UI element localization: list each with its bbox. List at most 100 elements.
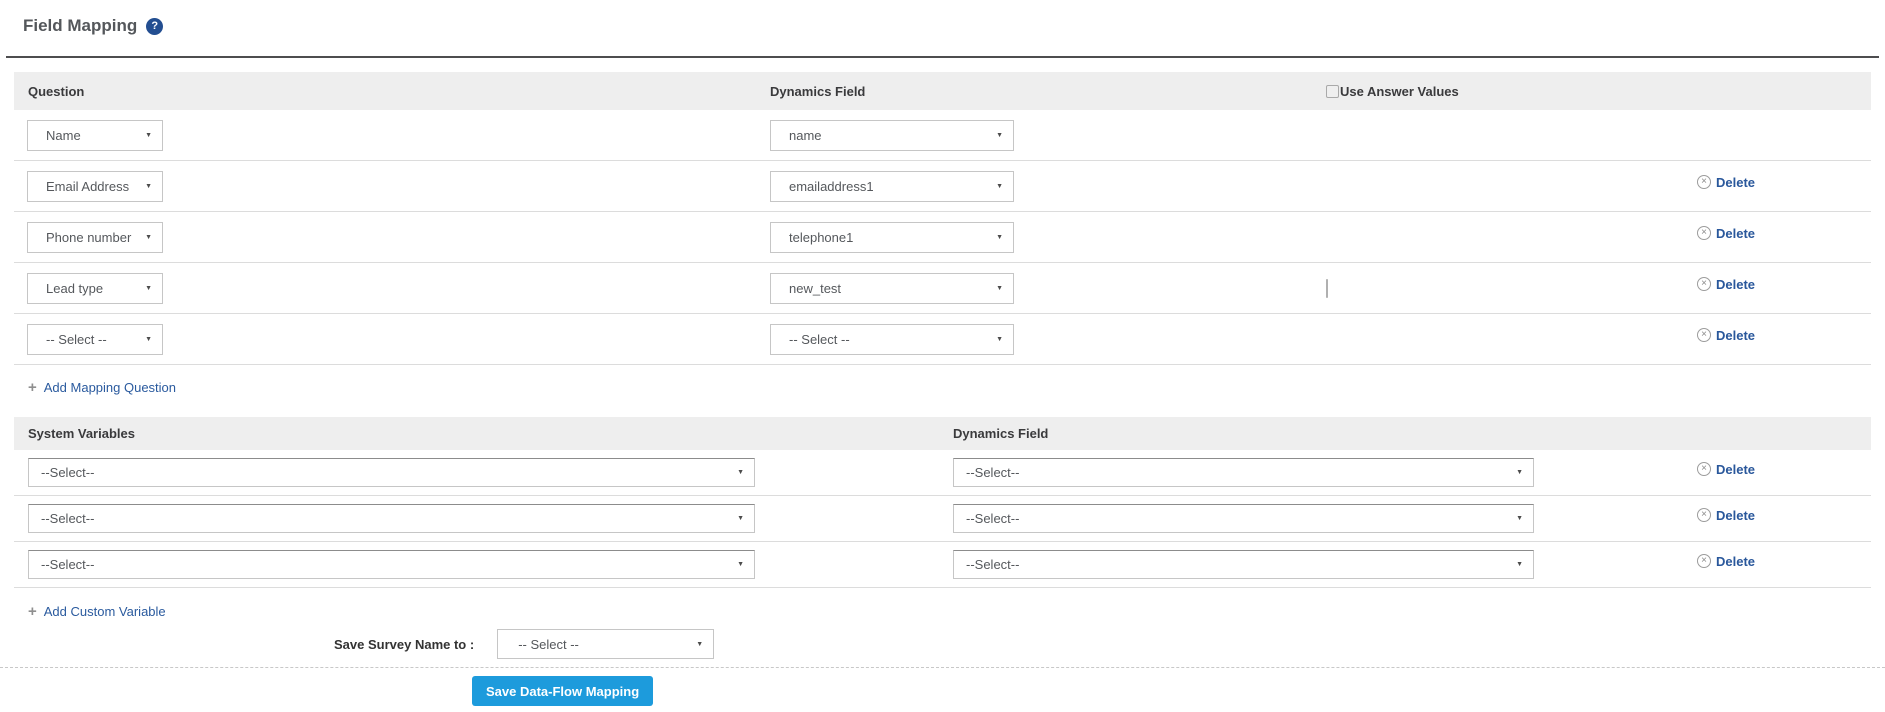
dynamics-field-select[interactable]: -- Select -- ▼ — [770, 324, 1014, 355]
chevron-down-icon: ▼ — [996, 285, 1013, 292]
dynamics-field-select[interactable]: emailaddress1 ▼ — [770, 171, 1014, 202]
question-cell: Phone number ▼ — [14, 222, 770, 253]
dynamics-field-cell: name ▼ — [770, 120, 1326, 151]
question-select[interactable]: -- Select -- ▼ — [27, 324, 163, 355]
title-bar: Field Mapping ? — [0, 0, 1885, 38]
page-title: Field Mapping — [23, 16, 137, 36]
field-mapping-page: Field Mapping ? Question Dynamics Field … — [0, 0, 1885, 712]
actions-cell: × Delete — [1666, 171, 1871, 190]
system-variable-select-value: --Select-- — [29, 511, 94, 526]
system-variable-cell: --Select-- ▼ — [14, 550, 953, 579]
dynamics-field-select-value: --Select-- — [954, 557, 1019, 572]
chevron-down-icon: ▼ — [737, 515, 754, 522]
title-divider — [6, 56, 1879, 58]
delete-link[interactable]: × Delete — [1697, 328, 1755, 343]
add-mapping-question-label: Add Mapping Question — [44, 380, 176, 395]
chevron-down-icon: ▼ — [737, 469, 754, 476]
delete-label: Delete — [1716, 175, 1755, 190]
question-mapping-row: Name ▼ name ▼ — [14, 110, 1871, 161]
chevron-down-icon: ▼ — [145, 336, 162, 343]
actions-cell: × Delete — [1666, 550, 1871, 569]
question-column-header: Question — [14, 84, 770, 99]
dynamics-field-select-value: --Select-- — [954, 511, 1019, 526]
question-select[interactable]: Lead type ▼ — [27, 273, 163, 304]
chevron-down-icon: ▼ — [145, 183, 162, 190]
dynamics-field-column-header: Dynamics Field — [770, 84, 1326, 99]
dynamics-field-cell: --Select-- ▼ — [953, 458, 1666, 487]
system-variables-column-header: System Variables — [14, 426, 953, 441]
delete-link[interactable]: × Delete — [1697, 277, 1755, 292]
question-select[interactable]: Phone number ▼ — [27, 222, 163, 253]
dynamics-field-select[interactable]: telephone1 ▼ — [770, 222, 1014, 253]
chevron-down-icon: ▼ — [145, 234, 162, 241]
system-variables-rows: --Select-- ▼ --Select-- ▼ × Delete --Sel… — [14, 450, 1871, 588]
chevron-down-icon: ▼ — [737, 561, 754, 568]
system-variables-header: System Variables Dynamics Field — [14, 417, 1871, 450]
question-mapping-header: Question Dynamics Field Use Answer Value… — [14, 72, 1871, 110]
system-variable-cell: --Select-- ▼ — [14, 458, 953, 487]
question-mapping-row: Phone number ▼ telephone1 ▼ × Delete — [14, 212, 1871, 263]
chevron-down-icon: ▼ — [696, 641, 713, 648]
add-custom-variable-label: Add Custom Variable — [44, 604, 166, 619]
add-mapping-question-link[interactable]: + Add Mapping Question — [28, 380, 176, 395]
chevron-down-icon: ▼ — [996, 234, 1013, 241]
circle-x-icon: × — [1697, 226, 1711, 240]
use-answer-values-header-checkbox[interactable] — [1326, 85, 1339, 98]
dynamics-field-select[interactable]: --Select-- ▼ — [953, 550, 1534, 579]
question-select[interactable]: Email Address ▼ — [27, 171, 163, 202]
delete-link[interactable]: × Delete — [1697, 462, 1755, 477]
plus-icon: + — [28, 380, 37, 395]
save-data-flow-mapping-button[interactable]: Save Data-Flow Mapping — [472, 676, 653, 706]
actions-cell: × Delete — [1666, 324, 1871, 343]
question-mapping-row: Lead type ▼ new_test ▼ × Delete — [14, 263, 1871, 314]
system-variable-select[interactable]: --Select-- ▼ — [28, 504, 755, 533]
system-variable-select[interactable]: --Select-- ▼ — [28, 550, 755, 579]
circle-x-icon: × — [1697, 554, 1711, 568]
delete-link[interactable]: × Delete — [1697, 554, 1755, 569]
question-mapping-table: Question Dynamics Field Use Answer Value… — [14, 72, 1871, 365]
dynamics-field-select[interactable]: --Select-- ▼ — [953, 504, 1534, 533]
question-cell: -- Select -- ▼ — [14, 324, 770, 355]
dynamics-field-select[interactable]: new_test ▼ — [770, 273, 1014, 304]
dynamics-field-cell: --Select-- ▼ — [953, 504, 1666, 533]
help-icon[interactable]: ? — [146, 18, 163, 35]
actions-cell: × Delete — [1666, 504, 1871, 523]
dynamics-field-cell: emailaddress1 ▼ — [770, 171, 1326, 202]
actions-cell: × Delete — [1666, 273, 1871, 292]
save-survey-name-select-value: -- Select -- — [498, 637, 579, 652]
actions-cell: × Delete — [1666, 222, 1871, 241]
chevron-down-icon: ▼ — [996, 183, 1013, 190]
system-variable-select[interactable]: --Select-- ▼ — [28, 458, 755, 487]
dynamics-field-select-value: emailaddress1 — [771, 179, 874, 194]
content: Question Dynamics Field Use Answer Value… — [14, 72, 1871, 659]
chevron-down-icon: ▼ — [1516, 561, 1533, 568]
dynamics-field-select[interactable]: --Select-- ▼ — [953, 458, 1534, 487]
question-select[interactable]: Name ▼ — [27, 120, 163, 151]
system-variable-select-value: --Select-- — [29, 557, 94, 572]
delete-link[interactable]: × Delete — [1697, 508, 1755, 523]
delete-label: Delete — [1716, 462, 1755, 477]
dynamics-field-select[interactable]: name ▼ — [770, 120, 1014, 151]
system-variable-select-value: --Select-- — [29, 465, 94, 480]
dynamics-field-select-value: name — [771, 128, 822, 143]
add-custom-variable-link[interactable]: + Add Custom Variable — [28, 604, 166, 619]
save-survey-name-label: Save Survey Name to : — [334, 637, 474, 652]
delete-label: Delete — [1716, 226, 1755, 241]
delete-label: Delete — [1716, 277, 1755, 292]
question-mapping-rows: Name ▼ name ▼ Email Address ▼ emailaddr — [14, 110, 1871, 365]
dynamics-field-cell: telephone1 ▼ — [770, 222, 1326, 253]
system-variables-table: System Variables Dynamics Field --Select… — [14, 417, 1871, 588]
dynamics-field-column-header-2: Dynamics Field — [953, 426, 1666, 441]
save-survey-name-select[interactable]: -- Select -- ▼ — [497, 629, 714, 659]
use-answer-values-checkbox[interactable] — [1326, 279, 1328, 298]
dynamics-field-select-value: -- Select -- — [771, 332, 850, 347]
delete-link[interactable]: × Delete — [1697, 175, 1755, 190]
dynamics-field-select-value: new_test — [771, 281, 841, 296]
system-variable-cell: --Select-- ▼ — [14, 504, 953, 533]
chevron-down-icon: ▼ — [145, 285, 162, 292]
use-answer-values-label: Use Answer Values — [1340, 84, 1459, 99]
delete-link[interactable]: × Delete — [1697, 226, 1755, 241]
delete-label: Delete — [1716, 328, 1755, 343]
circle-x-icon: × — [1697, 277, 1711, 291]
chevron-down-icon: ▼ — [1516, 469, 1533, 476]
